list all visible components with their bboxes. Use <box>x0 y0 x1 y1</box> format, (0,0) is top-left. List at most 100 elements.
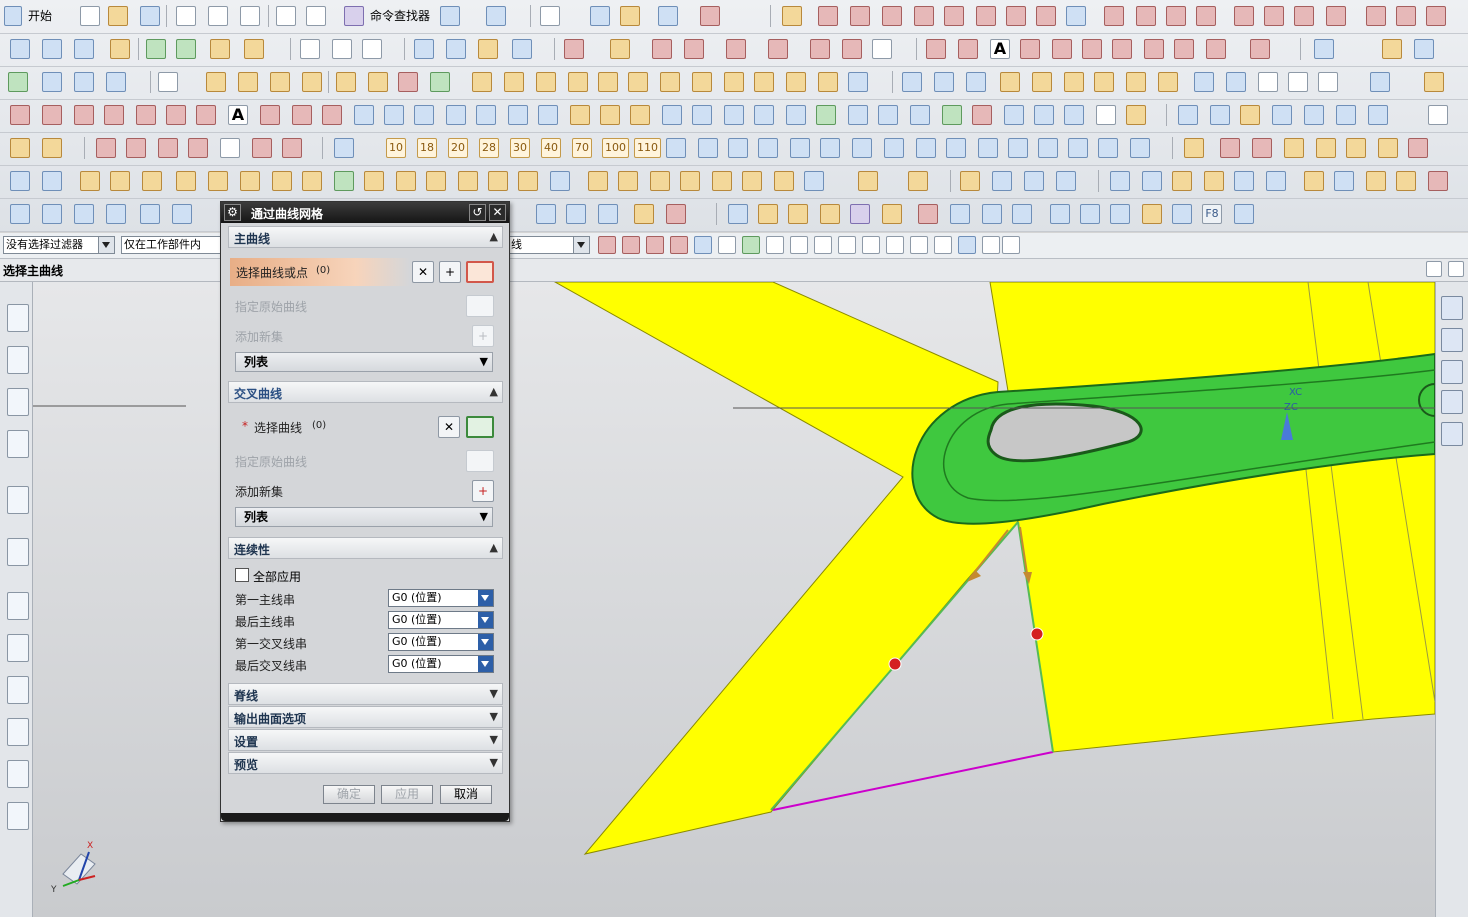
column-c-icon[interactable] <box>240 171 260 191</box>
cross-add-set-row[interactable]: 添加新集 + <box>228 476 503 506</box>
line-tool-icon[interactable] <box>926 39 946 59</box>
unite-icon[interactable] <box>564 39 584 59</box>
patch-icon[interactable] <box>726 39 746 59</box>
curve-point-marker-2[interactable] <box>1030 627 1044 641</box>
surface-n-icon[interactable] <box>754 105 774 125</box>
snap-point-icon[interactable] <box>742 236 760 254</box>
flag-icon[interactable] <box>1012 204 1032 224</box>
snap-existing-icon[interactable] <box>982 236 1000 254</box>
view-plane-icon[interactable] <box>1441 328 1463 352</box>
spline-icon[interactable] <box>944 6 964 26</box>
section-primary-curves[interactable]: 主曲线 ▲ <box>228 226 503 248</box>
text-icon[interactable]: A <box>228 105 248 125</box>
trim-icon[interactable] <box>914 6 934 26</box>
assembly-b-icon[interactable] <box>42 138 62 158</box>
part-navigator-icon[interactable] <box>42 72 62 92</box>
undo-icon[interactable] <box>276 6 296 26</box>
snap-arrow-icon[interactable] <box>694 236 712 254</box>
surface-g-icon[interactable] <box>538 105 558 125</box>
save-as-icon[interactable] <box>1024 171 1044 191</box>
list-icon[interactable] <box>1318 72 1338 92</box>
column-a-icon[interactable] <box>176 171 196 191</box>
chamfer-curve-icon[interactable] <box>1166 6 1186 26</box>
add-curve-icon[interactable]: + <box>439 261 461 283</box>
roles-tab-icon[interactable] <box>7 760 29 788</box>
surface-i-icon[interactable] <box>600 105 620 125</box>
face-blend-icon[interactable] <box>692 72 712 92</box>
check-icon[interactable] <box>8 72 28 92</box>
redo-icon[interactable] <box>306 6 326 26</box>
dim-g-icon[interactable] <box>536 204 556 224</box>
ellipse-icon[interactable] <box>166 105 186 125</box>
join-curve-icon[interactable] <box>1206 39 1226 59</box>
gdt-n-icon[interactable] <box>1068 138 1088 158</box>
constraint-navigator-tab-icon[interactable] <box>7 346 29 374</box>
cross-hair-icon[interactable] <box>1142 204 1162 224</box>
number-button-2[interactable]: 18 <box>417 138 437 158</box>
web-browser-tab-icon[interactable] <box>7 538 29 566</box>
extrude-icon[interactable] <box>146 39 166 59</box>
gdt-a-icon[interactable] <box>666 138 686 158</box>
offset-surface-icon[interactable] <box>536 72 556 92</box>
apply-all-checkbox[interactable] <box>235 568 249 582</box>
curve-select-icon[interactable] <box>466 261 494 283</box>
iso-curve-icon[interactable] <box>322 105 342 125</box>
yellow-surface-left[interactable] <box>553 282 1019 855</box>
arc-icon[interactable] <box>850 6 870 26</box>
document-icon[interactable] <box>1258 72 1278 92</box>
gdt-p-icon[interactable] <box>1130 138 1150 158</box>
extract-curve-icon[interactable] <box>1174 39 1194 59</box>
manufacturing-wizards-tab-icon[interactable] <box>7 718 29 746</box>
material-icon[interactable] <box>1226 72 1246 92</box>
layer-icon[interactable] <box>440 6 460 26</box>
gdt-j-icon[interactable] <box>946 138 966 158</box>
dim-a-icon[interactable] <box>10 204 30 224</box>
wireframe-icon[interactable] <box>934 72 954 92</box>
surface-x-icon[interactable] <box>1064 105 1084 125</box>
drafting-icon[interactable] <box>1000 72 1020 92</box>
ok-button[interactable]: 确定 <box>323 785 375 804</box>
surface-k-icon[interactable] <box>662 105 682 125</box>
cylinder-b-icon[interactable] <box>982 204 1002 224</box>
cross-origin-row[interactable]: 指定原始曲线 <box>228 446 503 476</box>
cone-icon[interactable] <box>270 72 290 92</box>
dim-h-icon[interactable] <box>566 204 586 224</box>
apply-button[interactable]: 应用 <box>381 785 433 804</box>
circle-tangent-icon[interactable] <box>1366 6 1386 26</box>
assembly-navigator-icon[interactable] <box>74 72 94 92</box>
snap-curve-icon[interactable] <box>934 236 952 254</box>
cube-orange-icon[interactable] <box>1316 138 1336 158</box>
studio-spline-icon[interactable] <box>74 105 94 125</box>
no-entry-icon[interactable] <box>1220 138 1240 158</box>
box-a-icon[interactable] <box>788 204 808 224</box>
snap-end-icon[interactable] <box>598 236 616 254</box>
char-icon[interactable] <box>728 204 748 224</box>
new-file-icon[interactable] <box>80 6 100 26</box>
circle-center-icon[interactable] <box>1264 6 1284 26</box>
note-icon[interactable] <box>1126 72 1146 92</box>
frame-a-icon[interactable] <box>364 171 384 191</box>
scope-filter-select[interactable]: 仅在工作部件内 <box>121 236 221 254</box>
light-icon[interactable] <box>1382 39 1402 59</box>
snap-perp-icon[interactable] <box>838 236 856 254</box>
n-sided-icon[interactable] <box>472 72 492 92</box>
circle-point-icon[interactable] <box>1396 6 1416 26</box>
surface-e-icon[interactable] <box>476 105 496 125</box>
basic-line-icon[interactable] <box>10 105 30 125</box>
polygon-icon[interactable] <box>1020 39 1040 59</box>
info-icon[interactable] <box>1424 72 1444 92</box>
paste-icon[interactable] <box>240 6 260 26</box>
gdt-f-icon[interactable] <box>820 138 840 158</box>
surface-m-icon[interactable] <box>724 105 744 125</box>
cross-select-row[interactable]: * 选择曲线 (0) ✕ <box>228 412 503 442</box>
dim-c-icon[interactable] <box>74 204 94 224</box>
number-button-5[interactable]: 30 <box>510 138 530 158</box>
surface-r-icon[interactable] <box>878 105 898 125</box>
beam-icon[interactable] <box>334 171 354 191</box>
analysis-e-icon[interactable] <box>1304 105 1324 125</box>
dim-b-icon[interactable] <box>42 204 62 224</box>
primary-add-set-row[interactable]: 添加新集 + <box>228 321 503 351</box>
surface-d-icon[interactable] <box>446 105 466 125</box>
move-icon[interactable] <box>42 171 62 191</box>
view-align-icon[interactable] <box>1441 360 1463 384</box>
